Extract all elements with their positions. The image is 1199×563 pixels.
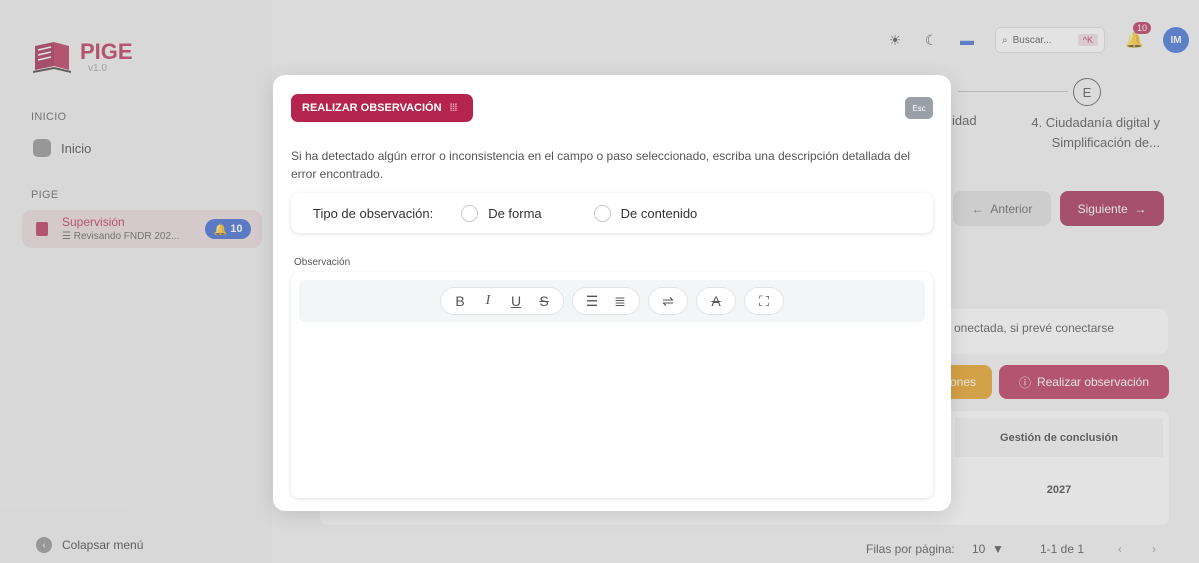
italic-icon[interactable]: I xyxy=(477,290,499,312)
radio-de-contenido[interactable]: De contenido xyxy=(593,204,697,222)
wrap-group: ⇌ xyxy=(648,287,688,315)
fullscreen-icon[interactable]: ⛶ xyxy=(753,290,775,312)
radio-de-forma[interactable]: De forma xyxy=(461,204,542,222)
observation-modal: REALIZAR OBSERVACIÓN ⁞⁞⁞ Esc Si ha detec… xyxy=(273,75,951,511)
close-esc-button[interactable]: Esc xyxy=(905,97,933,119)
bold-icon[interactable]: B xyxy=(449,290,471,312)
observation-type-label: Tipo de observación: xyxy=(313,205,434,221)
radio-circle[interactable] xyxy=(593,204,611,222)
text-wrap-icon[interactable]: ⇌ xyxy=(657,290,679,312)
modal-title[interactable]: REALIZAR OBSERVACIÓN ⁞⁞⁞ xyxy=(291,94,473,122)
clear-format-group: A xyxy=(696,287,736,315)
editor-toolbar: B I U S ☰ ≣ ⇌ A ⛶ xyxy=(299,280,925,322)
format-group: B I U S xyxy=(440,287,564,315)
observation-type-group: Tipo de observación: De forma De conteni… xyxy=(291,193,933,233)
strikethrough-icon[interactable]: S xyxy=(533,290,555,312)
observation-editor[interactable]: B I U S ☰ ≣ ⇌ A ⛶ xyxy=(291,272,933,498)
underline-icon[interactable]: U xyxy=(505,290,527,312)
ordered-list-icon[interactable]: ≣ xyxy=(609,290,631,312)
observation-field-label: Observación xyxy=(294,257,351,268)
clear-format-icon[interactable]: A xyxy=(705,290,727,312)
fullscreen-group: ⛶ xyxy=(744,287,784,315)
modal-description: Si ha detectado algún error o inconsiste… xyxy=(291,149,911,181)
list-group: ☰ ≣ xyxy=(572,287,640,315)
drag-handle-icon: ⁞⁞⁞ xyxy=(449,102,458,114)
bullet-list-icon[interactable]: ☰ xyxy=(581,290,603,312)
radio-circle[interactable] xyxy=(461,204,479,222)
